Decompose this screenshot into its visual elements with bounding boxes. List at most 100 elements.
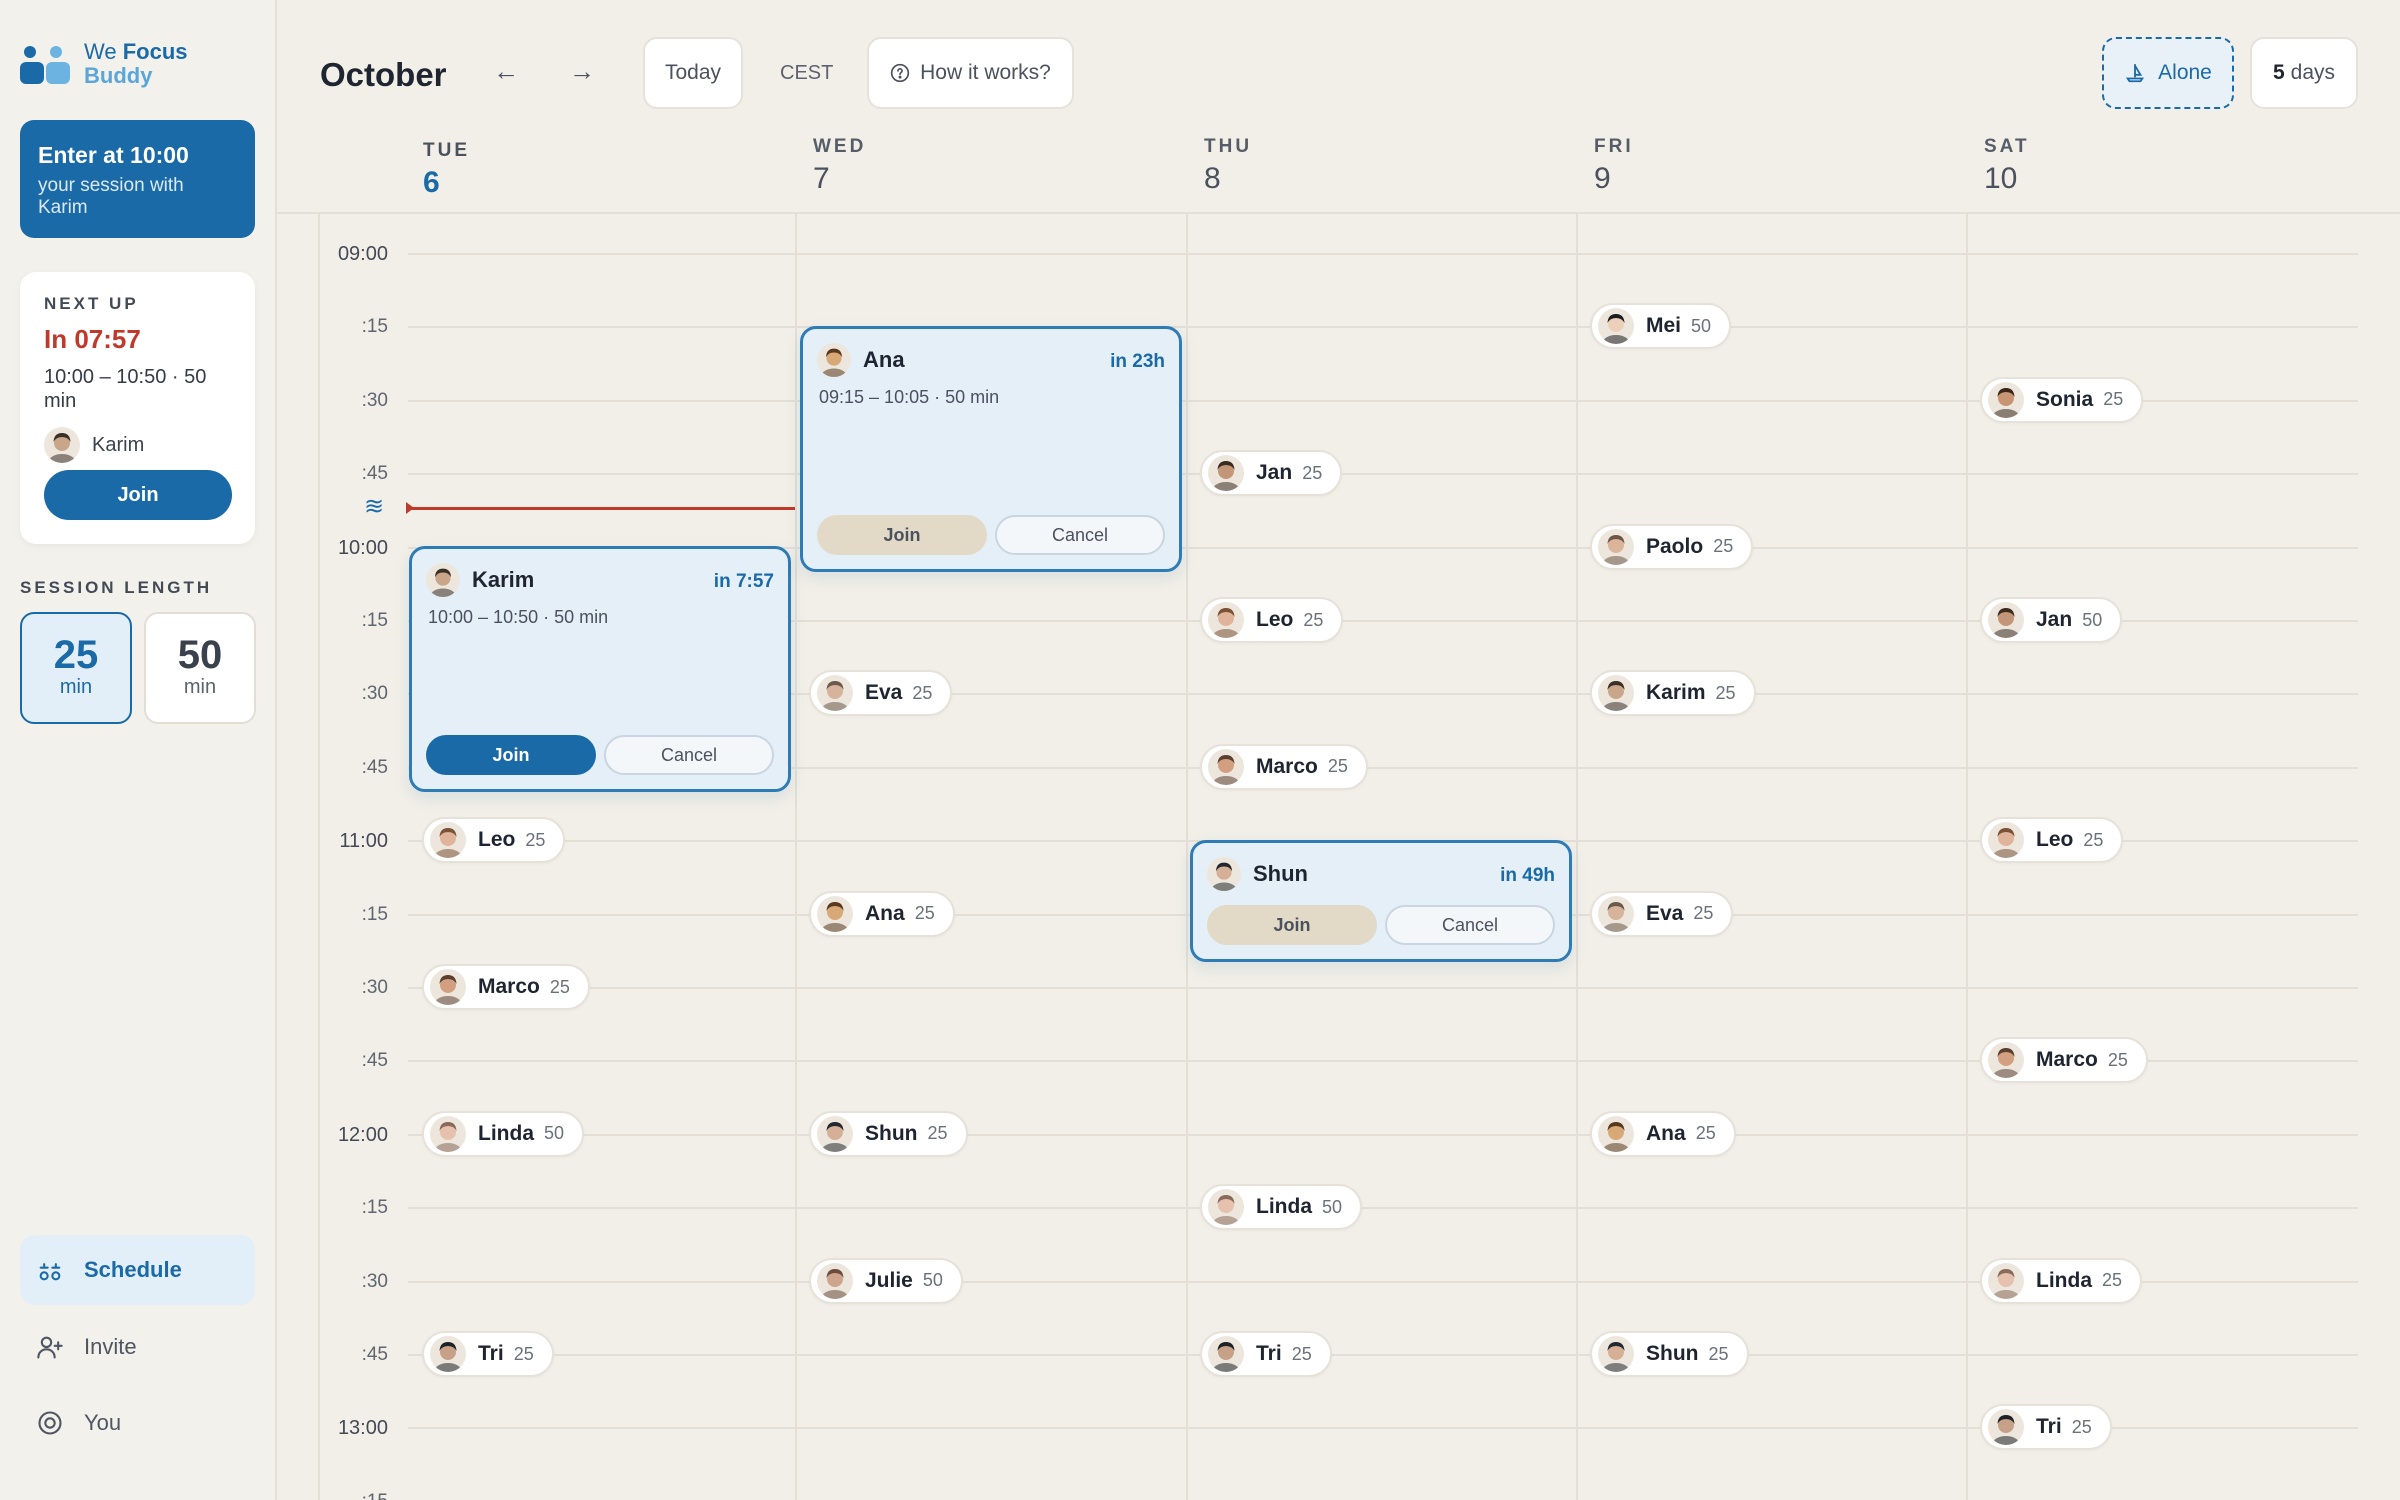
session-chip[interactable]: Linda 50 bbox=[1200, 1184, 1363, 1231]
session-chip[interactable]: Paolo 25 bbox=[1590, 523, 1754, 570]
session-chip[interactable]: Leo 25 bbox=[1980, 817, 2124, 864]
time-label: :15 bbox=[277, 1491, 388, 1500]
chip-name: Tri bbox=[2036, 1415, 2062, 1439]
session-partner-name: Karim bbox=[472, 567, 535, 592]
session-chip[interactable]: Mei 50 bbox=[1590, 303, 1732, 350]
grid-row-line bbox=[408, 1354, 2358, 1356]
session-chip[interactable]: Leo 25 bbox=[422, 817, 566, 864]
nav-you[interactable]: You bbox=[20, 1388, 255, 1458]
session-chip[interactable]: Karim 25 bbox=[1590, 670, 1756, 717]
session-partner-name: Ana bbox=[863, 347, 905, 372]
session-chip[interactable]: Marco 25 bbox=[422, 964, 590, 1010]
grid-column-line bbox=[1966, 214, 1968, 1500]
chip-length: 25 bbox=[1713, 536, 1734, 557]
session-chip[interactable]: Linda 25 bbox=[1980, 1257, 2143, 1304]
avatar bbox=[1598, 308, 1634, 345]
session-cancel-button[interactable]: Cancel bbox=[995, 515, 1165, 555]
session-chip[interactable]: Tri 25 bbox=[1200, 1331, 1332, 1377]
session-chip[interactable]: Marco 25 bbox=[1980, 1037, 2148, 1084]
chip-length: 25 bbox=[549, 976, 570, 997]
next-week-arrow-icon[interactable]: → bbox=[562, 56, 602, 87]
avatar bbox=[817, 343, 851, 377]
session-chip[interactable]: Eva 25 bbox=[1590, 890, 1734, 937]
time-label: :45 bbox=[361, 1050, 388, 1072]
chip-name: Ana bbox=[1646, 1121, 1686, 1145]
avatar bbox=[817, 895, 853, 932]
today-button[interactable]: Today bbox=[643, 37, 743, 109]
session-chip[interactable]: Linda 50 bbox=[422, 1110, 585, 1157]
alone-mode-button[interactable]: Alone bbox=[2102, 37, 2234, 109]
session-chip[interactable]: Shun 25 bbox=[1590, 1331, 1749, 1377]
chip-length: 25 bbox=[914, 903, 935, 924]
chip-name: Linda bbox=[2036, 1268, 2092, 1292]
logo-icon bbox=[20, 42, 72, 86]
enter-title: Enter at 10:00 bbox=[38, 142, 189, 168]
chip-name: Karim bbox=[1646, 681, 1706, 705]
avatar bbox=[1598, 895, 1634, 932]
grid-column-line bbox=[1576, 214, 1578, 1500]
day-header-sat: SAT 10 bbox=[1984, 136, 2030, 195]
chip-length: 50 bbox=[544, 1123, 565, 1144]
session-chip[interactable]: Tri 25 bbox=[422, 1331, 554, 1377]
chip-name: Leo bbox=[478, 828, 516, 852]
month-title: October bbox=[320, 56, 447, 93]
chip-name: Jan bbox=[2036, 608, 2073, 631]
session-card-ana[interactable]: Ana in 23h 09:15 – 10:05 · 50 min Join C… bbox=[800, 326, 1182, 572]
avatar bbox=[817, 1262, 853, 1299]
enter-session-card[interactable]: Enter at 10:00 your session with Karim bbox=[20, 120, 255, 238]
nav-invite[interactable]: Invite bbox=[20, 1312, 255, 1382]
session-chip[interactable]: Jan 50 bbox=[1980, 597, 2123, 643]
chip-length: 25 bbox=[2107, 1049, 2128, 1070]
avatar bbox=[1208, 1336, 1244, 1372]
session-cancel-button[interactable]: Cancel bbox=[604, 735, 774, 775]
current-time-line bbox=[410, 507, 795, 510]
session-chip[interactable]: Shun 25 bbox=[809, 1110, 968, 1157]
enter-subtitle: your session with Karim bbox=[38, 175, 184, 218]
session-chip[interactable]: Ana 25 bbox=[809, 890, 955, 937]
session-chip[interactable]: Ana 25 bbox=[1590, 1110, 1736, 1157]
session-join-button[interactable]: Join bbox=[817, 515, 987, 555]
avatar bbox=[1988, 1262, 2024, 1299]
how-it-works-button[interactable]: How it works? bbox=[867, 37, 1074, 109]
session-chip[interactable]: Julie 50 bbox=[809, 1257, 963, 1304]
session-chip[interactable]: Marco 25 bbox=[1200, 743, 1368, 790]
session-chip[interactable]: Sonia 25 bbox=[1980, 376, 2144, 423]
app-logo[interactable]: We Focus Buddy bbox=[20, 40, 188, 88]
session-card-karim[interactable]: Karim in 7:57 10:00 – 10:50 · 50 min Joi… bbox=[409, 546, 791, 792]
nav-schedule[interactable]: Schedule bbox=[20, 1235, 255, 1305]
chip-length: 50 bbox=[1691, 315, 1712, 336]
avatar bbox=[1988, 1409, 2024, 1446]
session-chip[interactable]: Jan 25 bbox=[1200, 450, 1343, 497]
chip-length: 25 bbox=[2103, 389, 2124, 410]
days-view-button[interactable]: 5 days bbox=[2250, 37, 2358, 109]
chip-length: 25 bbox=[2071, 1416, 2092, 1437]
time-label: 11:00 bbox=[339, 830, 388, 853]
grid-column-line bbox=[795, 214, 797, 1500]
grid-row-line bbox=[408, 1133, 2358, 1136]
session-partner-name: Shun bbox=[1253, 861, 1308, 886]
prev-week-arrow-icon[interactable]: ← bbox=[486, 56, 526, 87]
session-length-25-button[interactable]: 25 min bbox=[20, 612, 132, 724]
chip-length: 25 bbox=[1291, 1343, 1312, 1364]
session-chip[interactable]: Leo 25 bbox=[1200, 597, 1344, 643]
chip-length: 25 bbox=[1693, 903, 1714, 924]
chip-length: 50 bbox=[922, 1270, 943, 1291]
session-join-button[interactable]: Join bbox=[1207, 905, 1377, 945]
session-cancel-button[interactable]: Cancel bbox=[1385, 905, 1555, 945]
chip-name: Tri bbox=[478, 1342, 504, 1365]
add-user-icon bbox=[37, 1336, 63, 1359]
session-length-50-button[interactable]: 50 min bbox=[144, 612, 256, 724]
session-card-shun[interactable]: Shun in 49h Join Cancel bbox=[1190, 840, 1572, 962]
next-up-join-button[interactable]: Join bbox=[44, 470, 232, 520]
avatar bbox=[1598, 528, 1634, 565]
chip-name: Paolo bbox=[1646, 534, 1704, 558]
timezone-label[interactable]: CEST bbox=[780, 62, 833, 85]
session-time: 10:00 – 10:50 · 50 min bbox=[428, 607, 609, 627]
avatar bbox=[44, 427, 80, 463]
session-join-button[interactable]: Join bbox=[426, 735, 596, 775]
session-chip[interactable]: Tri 25 bbox=[1980, 1404, 2112, 1451]
avatar bbox=[1208, 602, 1244, 638]
chip-length: 25 bbox=[2102, 1270, 2123, 1291]
session-chip[interactable]: Eva 25 bbox=[809, 670, 953, 717]
chip-name: Shun bbox=[865, 1121, 918, 1145]
